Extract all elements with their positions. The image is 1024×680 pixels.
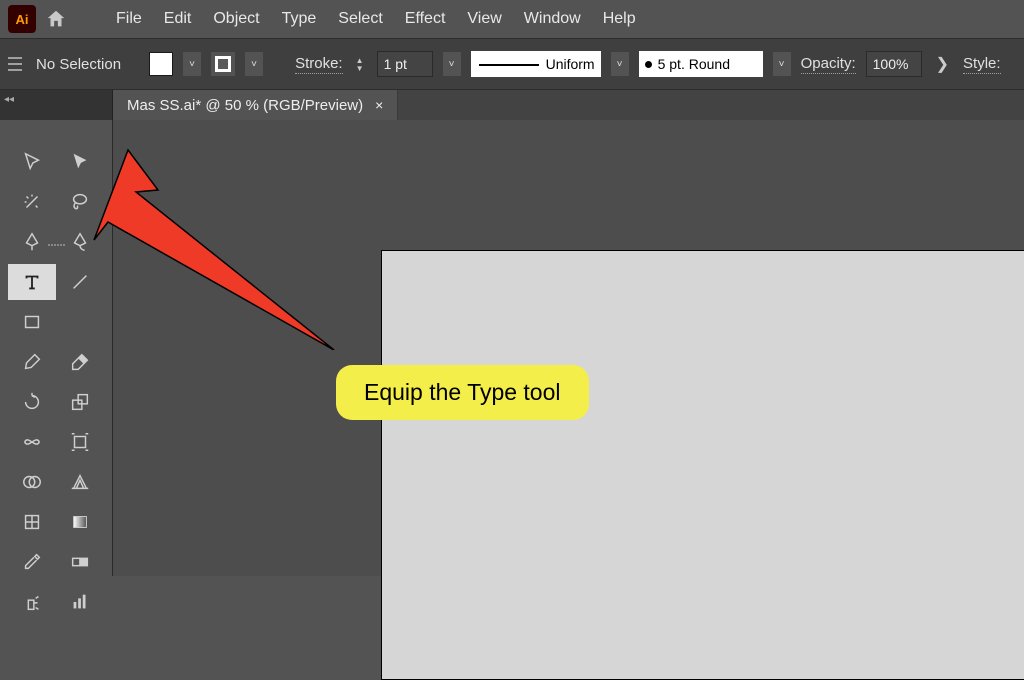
menu-effect[interactable]: Effect bbox=[405, 10, 446, 28]
stroke-label[interactable]: Stroke: bbox=[295, 55, 343, 74]
brush-label: 5 pt. Round bbox=[658, 56, 730, 72]
free-transform-tool[interactable] bbox=[56, 424, 104, 460]
menu-bar: Ai File Edit Object Type Select Effect V… bbox=[0, 0, 1024, 38]
main-area bbox=[0, 120, 1024, 576]
style-label[interactable]: Style: bbox=[963, 55, 1001, 74]
menu-window[interactable]: Window bbox=[524, 10, 581, 28]
perspective-grid-tool[interactable] bbox=[56, 464, 104, 500]
menu-type[interactable]: Type bbox=[282, 10, 317, 28]
variable-width-profile[interactable]: Uniform bbox=[471, 51, 601, 77]
panel-grip[interactable] bbox=[36, 244, 76, 250]
brush-definition[interactable]: 5 pt. Round bbox=[639, 51, 763, 77]
direct-selection-tool[interactable] bbox=[56, 144, 104, 180]
brush-dot-icon bbox=[645, 61, 652, 68]
menu-file[interactable]: File bbox=[116, 10, 142, 28]
magic-wand-tool[interactable] bbox=[8, 184, 56, 220]
annotation-callout: Equip the Type tool bbox=[336, 365, 589, 420]
fill-dropdown[interactable]: ˅ bbox=[183, 52, 201, 76]
eyedropper-tool[interactable] bbox=[8, 544, 56, 580]
selection-tool[interactable] bbox=[8, 144, 56, 180]
pen-tool[interactable] bbox=[8, 224, 56, 260]
eraser-tool[interactable] bbox=[56, 344, 104, 380]
stroke-weight-input[interactable]: 1 pt bbox=[377, 51, 433, 77]
type-tool[interactable] bbox=[8, 264, 56, 300]
stroke-weight-dropdown[interactable]: ˅ bbox=[443, 52, 461, 76]
canvas[interactable] bbox=[113, 120, 1024, 576]
empty-tool-slot bbox=[56, 304, 104, 340]
home-button[interactable] bbox=[42, 5, 70, 33]
mesh-tool[interactable] bbox=[8, 504, 56, 540]
line-segment-tool[interactable] bbox=[56, 264, 104, 300]
close-tab-button[interactable]: × bbox=[375, 97, 383, 113]
lasso-tool[interactable] bbox=[56, 184, 104, 220]
panel-collapse-handle[interactable]: ◂◂ bbox=[4, 94, 14, 105]
blend-tool[interactable] bbox=[56, 544, 104, 580]
scale-tool[interactable] bbox=[56, 384, 104, 420]
menu-select[interactable]: Select bbox=[338, 10, 382, 28]
profile-dropdown[interactable]: ˅ bbox=[611, 52, 629, 76]
symbol-sprayer-tool[interactable] bbox=[8, 584, 56, 620]
tab-title: Mas SS.ai* @ 50 % (RGB/Preview) bbox=[127, 97, 363, 114]
controlbar-more[interactable]: ❯ bbox=[932, 54, 953, 74]
gradient-tool[interactable] bbox=[56, 504, 104, 540]
curvature-tool[interactable] bbox=[56, 224, 104, 260]
fill-swatch[interactable] bbox=[149, 52, 173, 76]
app-logo: Ai bbox=[8, 5, 36, 33]
main-menu: File Edit Object Type Select Effect View… bbox=[116, 10, 636, 28]
controlbar-menu-icon[interactable] bbox=[8, 57, 22, 71]
document-tab[interactable]: Mas SS.ai* @ 50 % (RGB/Preview) × bbox=[113, 90, 398, 120]
menu-edit[interactable]: Edit bbox=[164, 10, 192, 28]
selection-status: No Selection bbox=[36, 56, 121, 73]
rectangle-tool[interactable] bbox=[8, 304, 56, 340]
shape-builder-tool[interactable] bbox=[8, 464, 56, 500]
opacity-label[interactable]: Opacity: bbox=[801, 55, 856, 74]
profile-label: Uniform bbox=[546, 56, 595, 72]
artboard[interactable] bbox=[381, 250, 1024, 680]
menu-help[interactable]: Help bbox=[603, 10, 636, 28]
column-graph-tool[interactable] bbox=[56, 584, 104, 620]
opacity-input[interactable]: 100% bbox=[866, 51, 922, 77]
control-bar: No Selection ˅ ˅ Stroke: ▲▼ 1 pt ˅ Unifo… bbox=[0, 38, 1024, 90]
stroke-stepper[interactable]: ▲▼ bbox=[353, 57, 367, 72]
menu-view[interactable]: View bbox=[467, 10, 501, 28]
stroke-dropdown[interactable]: ˅ bbox=[245, 52, 263, 76]
paintbrush-tool[interactable] bbox=[8, 344, 56, 380]
toolbar-header bbox=[0, 90, 113, 120]
document-tabs: Mas SS.ai* @ 50 % (RGB/Preview) × bbox=[0, 90, 1024, 120]
brush-dropdown[interactable]: ˅ bbox=[773, 52, 791, 76]
home-icon bbox=[45, 8, 67, 30]
tools-panel bbox=[0, 120, 113, 576]
menu-object[interactable]: Object bbox=[213, 10, 259, 28]
rotate-tool[interactable] bbox=[8, 384, 56, 420]
width-tool[interactable] bbox=[8, 424, 56, 460]
stroke-swatch[interactable] bbox=[211, 52, 235, 76]
